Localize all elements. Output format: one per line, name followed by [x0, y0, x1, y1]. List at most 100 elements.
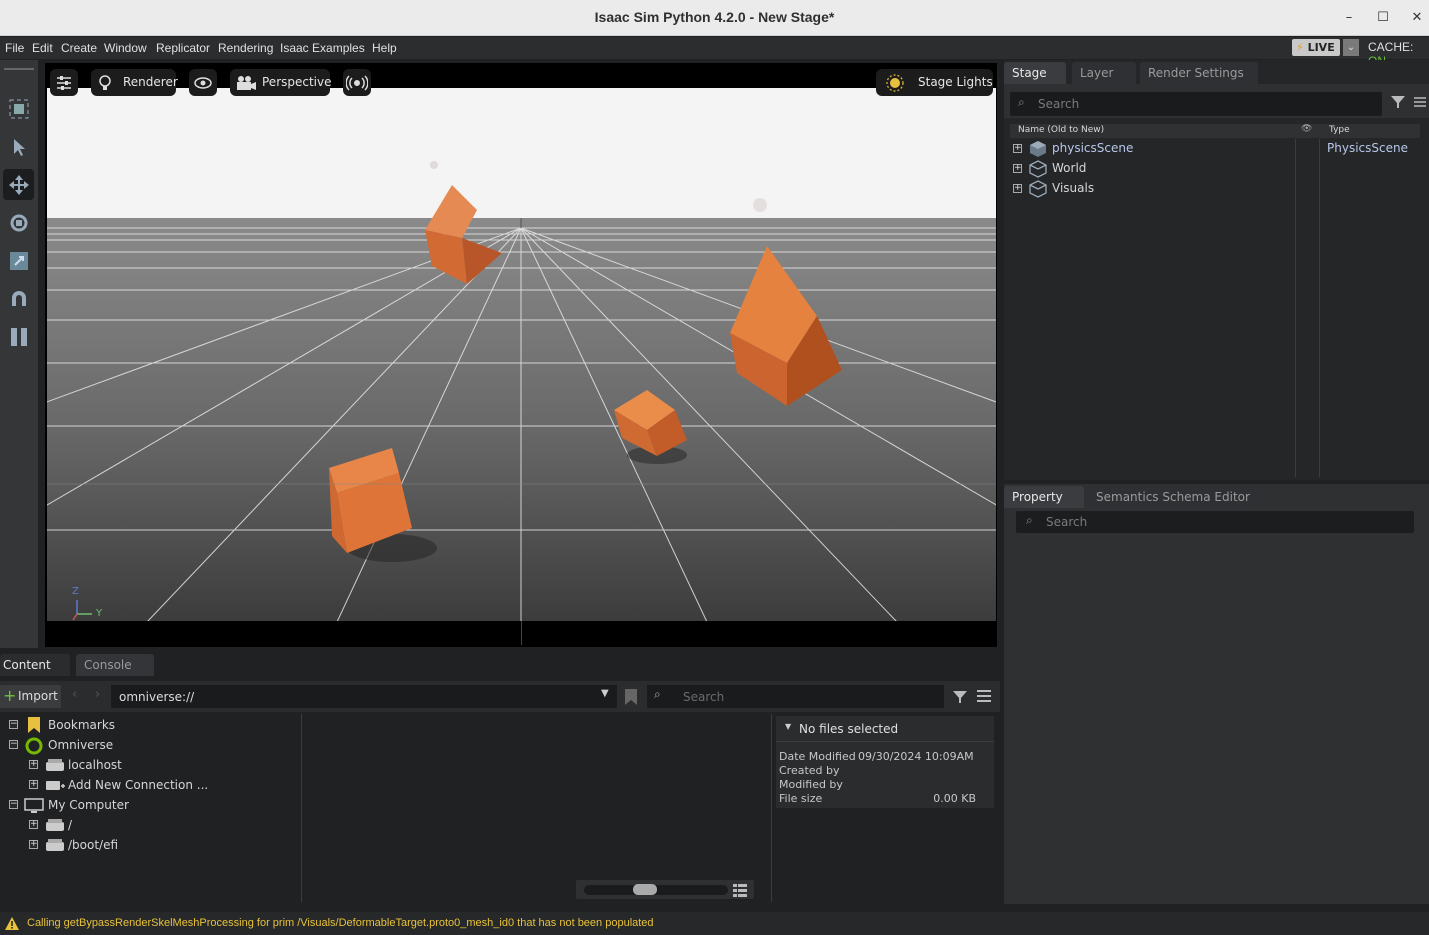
tree-item-bookmarks[interactable]: − Bookmarks [8, 715, 298, 735]
prim-cube-icon [1030, 141, 1046, 157]
stage-search-placeholder: Search [1038, 97, 1080, 111]
tab-layer[interactable]: Layer [1072, 62, 1136, 84]
axis-gizmo-icon [72, 600, 92, 621]
broadcast-button[interactable] [343, 69, 371, 96]
camera-button[interactable]: Perspective [230, 69, 332, 96]
viewport-scene[interactable] [47, 88, 996, 622]
tab-content[interactable]: Content [0, 654, 70, 676]
tab-semantics-schema-editor[interactable]: Semantics Schema Editor [1088, 486, 1258, 508]
tree-item-boot-efi[interactable]: + /boot/efi [28, 835, 298, 855]
tab-console[interactable]: Console [76, 654, 154, 676]
back-icon[interactable]: ‹ [72, 687, 77, 702]
tree-item-localhost[interactable]: + localhost [28, 755, 298, 775]
expand-icon[interactable]: + [1013, 184, 1022, 193]
file-info-panel: ▼ No files selected Date Modified 09/30/… [776, 716, 994, 808]
pane-divider [771, 714, 772, 902]
expand-icon[interactable]: + [29, 820, 38, 829]
pause-icon[interactable] [3, 321, 34, 352]
stage-search-input[interactable]: ⌕ Search [1010, 92, 1382, 116]
tab-render-settings[interactable]: Render Settings [1140, 62, 1258, 84]
column-type[interactable]: Type [1329, 125, 1350, 135]
menu-replicator[interactable]: Replicator [156, 41, 210, 55]
scale-icon[interactable] [3, 245, 34, 276]
tree-item-label: /boot/efi [68, 838, 119, 852]
stage-lights-label: Stage Lights [918, 75, 993, 89]
expand-icon[interactable]: + [29, 760, 38, 769]
omniverse-icon [25, 737, 43, 755]
file-info-header[interactable]: ▼ No files selected [776, 716, 994, 742]
status-message[interactable]: Calling getBypassRenderSkelMeshProcessin… [27, 917, 654, 929]
viewport-divider [521, 621, 522, 645]
visibility-column-icon: 👁 [1301, 124, 1313, 134]
modified-by-label: Modified by [779, 778, 843, 791]
options-menu-icon[interactable] [1413, 95, 1427, 109]
options-menu-icon[interactable] [976, 689, 992, 703]
xform-icon [1029, 160, 1047, 178]
rotate-icon[interactable] [3, 207, 34, 238]
menu-isaac-examples[interactable]: Isaac Examples [280, 41, 365, 55]
created-by-label: Created by [779, 764, 840, 777]
move-icon[interactable] [3, 169, 34, 200]
expand-icon[interactable]: + [1013, 164, 1022, 173]
expand-icon[interactable]: + [29, 840, 38, 849]
collapse-triangle-icon[interactable]: ▼ [785, 722, 791, 731]
bookmark-icon[interactable] [624, 688, 638, 706]
pane-divider [301, 714, 302, 902]
path-dropdown-icon[interactable]: ▼ [601, 688, 609, 699]
tab-stage[interactable]: Stage [1004, 62, 1066, 84]
plus-icon: + [3, 686, 17, 705]
menu-help[interactable]: Help [372, 41, 397, 55]
column-name[interactable]: Name (Old to New) [1018, 125, 1104, 135]
minimize-icon[interactable]: – [1338, 7, 1360, 29]
menu-edit[interactable]: Edit [32, 41, 53, 55]
property-search-input[interactable]: ⌕ Search [1016, 511, 1414, 533]
slider-thumb[interactable] [633, 884, 657, 895]
expand-icon[interactable]: + [29, 780, 38, 789]
grid-view-icon[interactable] [732, 882, 748, 898]
sun-icon [886, 74, 904, 92]
file-size-value: 0.00 KB [933, 792, 976, 805]
date-modified-label: Date Modified [779, 750, 856, 763]
collapse-icon[interactable]: − [9, 740, 18, 749]
stage-lights-button[interactable]: Stage Lights [876, 69, 993, 96]
filter-icon[interactable] [1390, 94, 1406, 110]
collapse-icon[interactable]: − [9, 720, 18, 729]
snap-magnet-icon[interactable] [3, 283, 34, 314]
path-input[interactable]: omniverse:// ▼ [111, 685, 617, 708]
stage-item-visuals[interactable]: + Visuals [1012, 178, 1422, 198]
eye-icon [194, 77, 212, 89]
import-button[interactable]: + Import [0, 685, 61, 708]
expand-icon[interactable]: + [1013, 144, 1022, 153]
menu-create[interactable]: Create [61, 41, 97, 55]
tree-item-label: Omniverse [48, 738, 114, 752]
content-search-input[interactable]: ⌕ Search [647, 685, 944, 708]
stage-item-world[interactable]: + World [1012, 158, 1422, 178]
renderer-button[interactable]: Renderer [91, 69, 178, 96]
maximize-icon[interactable]: ☐ [1372, 7, 1394, 29]
live-dropdown-icon[interactable]: ⌄ [1343, 39, 1359, 56]
collapse-icon[interactable]: − [9, 800, 18, 809]
viewport-settings-button[interactable] [50, 69, 78, 96]
stage-item-label: World [1052, 161, 1087, 175]
lightbulb-icon [99, 75, 111, 90]
close-icon[interactable]: ✕ [1406, 7, 1428, 29]
menu-file[interactable]: File [5, 41, 24, 55]
thumbnail-size-slider[interactable] [576, 880, 754, 899]
visibility-button[interactable] [189, 69, 217, 96]
forward-icon[interactable]: › [95, 687, 100, 702]
tab-property[interactable]: Property [1004, 486, 1084, 508]
select-mode-icon[interactable] [3, 93, 34, 124]
live-button[interactable]: ⚡ LIVE [1292, 39, 1340, 56]
menu-window[interactable]: Window [104, 41, 147, 55]
window-title: Isaac Sim Python 4.2.0 - New Stage* [594, 9, 835, 25]
select-arrow-icon[interactable] [3, 131, 34, 162]
filter-icon[interactable] [952, 689, 968, 705]
menu-rendering[interactable]: Rendering [218, 41, 273, 55]
tree-item-omniverse[interactable]: − Omniverse [8, 735, 298, 755]
tree-item-add-connection[interactable]: + Add New Connection ... [28, 775, 298, 795]
stage-item-physicsscene[interactable]: + physicsScene PhysicsScene [1012, 138, 1422, 158]
path-value: omniverse:// [119, 690, 195, 704]
drive-icon [46, 839, 64, 851]
tree-item-root[interactable]: + / [28, 815, 298, 835]
tree-item-my-computer[interactable]: − My Computer [8, 795, 298, 815]
